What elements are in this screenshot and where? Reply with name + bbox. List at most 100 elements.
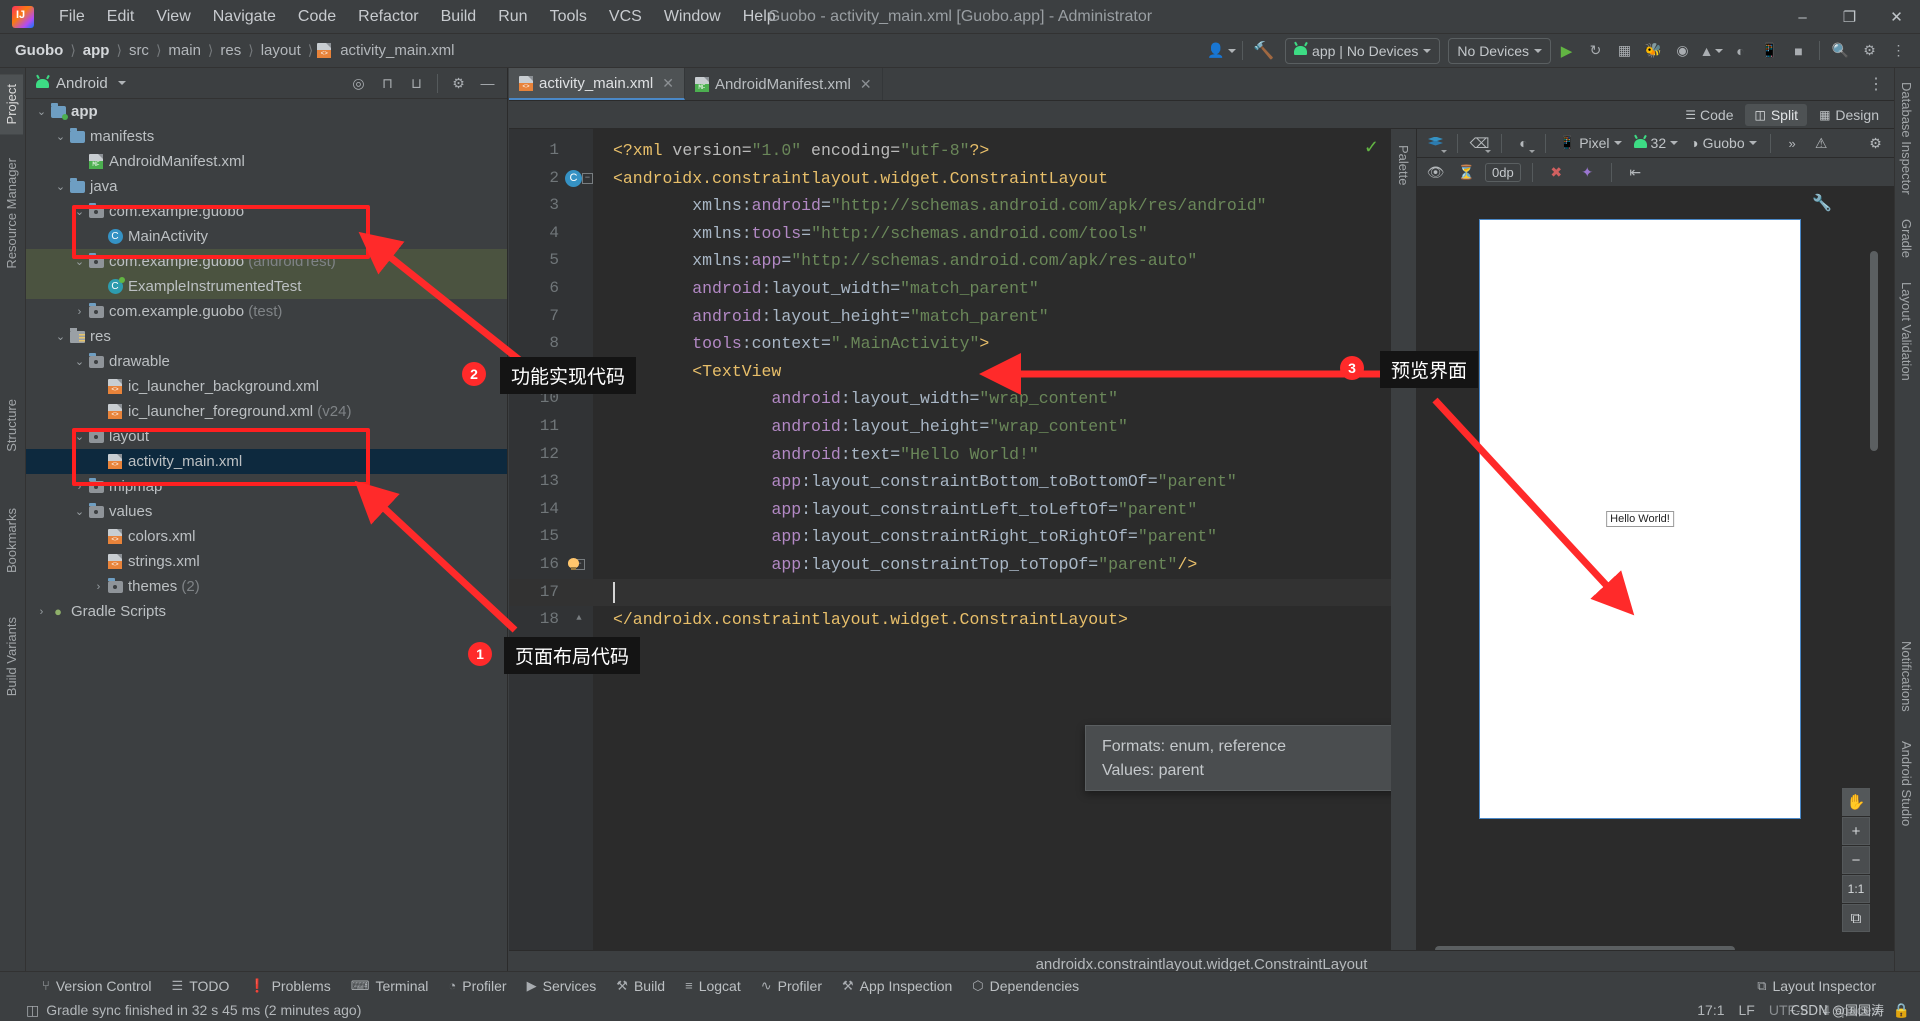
menu-bar[interactable]: File Edit View Navigate Code Refactor Bu… bbox=[48, 4, 787, 30]
bottom-tool-dependencies[interactable]: ⬡ Dependencies bbox=[962, 975, 1089, 997]
stripe-tab-android-studio[interactable]: Android Studio bbox=[1895, 731, 1918, 836]
zoom-out-button[interactable]: − bbox=[1842, 846, 1870, 874]
apply-changes-icon[interactable]: ▦ bbox=[1611, 38, 1638, 64]
default-margin-picker[interactable]: 0dp bbox=[1485, 162, 1521, 182]
code-line-18[interactable]: 18 ▲ </androidx.constraintlayout.widget.Co… bbox=[509, 606, 1391, 634]
tree-row-ic-launcher-background-xml[interactable]: ic_launcher_background.xml bbox=[26, 374, 507, 399]
profile-icon[interactable]: ▲ bbox=[1698, 38, 1725, 64]
device-selector[interactable]: No Devices bbox=[1448, 37, 1551, 64]
theme-picker[interactable]: ◑ Guobo bbox=[1686, 135, 1761, 151]
code-line-13[interactable]: 13 app:layout_constraintBottom_toBottomO… bbox=[509, 468, 1391, 496]
code-line-14[interactable]: 14 app:layout_constraintLeft_toLeftOf="p… bbox=[509, 496, 1391, 524]
bottom-tool-layout-inspector[interactable]: ⧉ Layout Inspector bbox=[1747, 975, 1886, 997]
editor-options-icon[interactable]: ⋮ bbox=[1858, 68, 1894, 100]
design-canvas[interactable]: 🔧 Hello World! ✋ + − 1:1 ⧉ bbox=[1417, 187, 1880, 958]
code-lines[interactable]: 1 <?xml version="1.0" encoding="utf-8"?> 2… bbox=[509, 129, 1391, 978]
tree-row-app[interactable]: ⌄ app bbox=[26, 99, 507, 124]
fold-toggle-icon[interactable]: − bbox=[582, 172, 593, 184]
breadcrumb-guobo[interactable]: Guobo bbox=[10, 40, 68, 61]
tree-twisty[interactable]: ⌄ bbox=[72, 430, 87, 443]
code-line-10[interactable]: 10 android:layout_width="wrap_content" bbox=[509, 385, 1391, 413]
window-controls[interactable]: – ❐ ✕ bbox=[1779, 0, 1920, 34]
gear-icon[interactable]: ⚙ bbox=[445, 70, 472, 96]
debug-icon[interactable]: 🐝 bbox=[1640, 38, 1667, 64]
close-button[interactable]: ✕ bbox=[1873, 0, 1920, 34]
tree-row-gradle-scripts[interactable]: › ● Gradle Scripts bbox=[26, 599, 507, 624]
tree-twisty[interactable]: › bbox=[72, 306, 87, 318]
menu-run[interactable]: Run bbox=[487, 4, 538, 30]
tab-activity-main-xml[interactable]: activity_main.xml ✕ bbox=[509, 68, 685, 100]
stripe-tab-build-variants[interactable]: Build Variants bbox=[0, 607, 23, 706]
preview-textview[interactable]: Hello World! bbox=[1606, 511, 1674, 527]
lock-icon[interactable]: 🔒 bbox=[1893, 1002, 1910, 1019]
attach-debugger-icon[interactable]: ◐ bbox=[1727, 38, 1754, 64]
code-line-16[interactable]: 16− app:layout_constraintTop_toTopOf="pa… bbox=[509, 551, 1391, 579]
tree-row-themes[interactable]: › themes (2) bbox=[26, 574, 507, 599]
bottom-tool-app-inspection[interactable]: ⚒ App Inspection bbox=[832, 975, 962, 997]
caret-position[interactable]: 17:1 bbox=[1697, 1002, 1724, 1018]
minimize-button[interactable]: – bbox=[1779, 0, 1826, 34]
stripe-tab-resource-manager[interactable]: Resource Manager bbox=[0, 148, 23, 279]
expand-all-icon[interactable]: ⊓ bbox=[374, 70, 401, 96]
zoom-controls[interactable]: ✋ + − 1:1 ⧉ bbox=[1842, 788, 1870, 932]
menu-file[interactable]: File bbox=[48, 4, 96, 30]
tab-code[interactable]: ☰ Code bbox=[1676, 104, 1742, 126]
night-mode-icon[interactable]: ◐ bbox=[1511, 132, 1536, 155]
maximize-button[interactable]: ❐ bbox=[1826, 0, 1873, 34]
layers-icon[interactable] bbox=[1423, 132, 1448, 155]
stripe-tab-bookmarks[interactable]: Bookmarks bbox=[0, 498, 23, 583]
tree-twisty[interactable]: ⌄ bbox=[72, 355, 87, 368]
line-separator[interactable]: LF bbox=[1739, 1002, 1755, 1018]
code-line-7[interactable]: 7 android:layout_height="match_parent" bbox=[509, 303, 1391, 331]
menu-edit[interactable]: Edit bbox=[96, 4, 146, 30]
menu-navigate[interactable]: Navigate bbox=[202, 4, 287, 30]
tree-row-java[interactable]: ⌄ java bbox=[26, 174, 507, 199]
bottom-tool-profiler[interactable]: ◔ Profiler bbox=[438, 975, 516, 997]
coverage-icon[interactable]: ◉ bbox=[1669, 38, 1696, 64]
breadcrumb-app[interactable]: app bbox=[78, 40, 115, 61]
palette-tab[interactable]: Palette bbox=[1392, 129, 1415, 195]
bottom-tool-todo[interactable]: ☰ TODO bbox=[162, 975, 240, 997]
live-render-icon[interactable]: ⏳ bbox=[1454, 161, 1479, 184]
hand-pan-icon[interactable]: ✋ bbox=[1842, 788, 1870, 816]
run-configuration-selector[interactable]: app | No Devices bbox=[1285, 37, 1441, 64]
orientation-icon[interactable]: ⌫ bbox=[1467, 132, 1492, 155]
stripe-tab-layout-validation[interactable]: Layout Validation bbox=[1895, 272, 1918, 391]
stripe-tab-structure[interactable]: Structure bbox=[0, 389, 23, 462]
device-preview-surface[interactable]: Hello World! bbox=[1479, 219, 1801, 819]
more-options-icon[interactable]: ⋮ bbox=[1885, 38, 1912, 64]
class-gutter-icon[interactable]: C bbox=[565, 169, 582, 187]
code-line-11[interactable]: 11 android:layout_height="wrap_content" bbox=[509, 413, 1391, 441]
build-hammer-icon[interactable]: 🔨 bbox=[1250, 38, 1277, 64]
tree-row-manifests[interactable]: ⌄ manifests bbox=[26, 124, 507, 149]
tab-design[interactable]: ▦ Design bbox=[1810, 104, 1888, 126]
sdk-manager-icon[interactable]: ■ bbox=[1785, 38, 1812, 64]
menu-vcs[interactable]: VCS bbox=[598, 4, 653, 30]
tree-twisty[interactable]: › bbox=[91, 581, 106, 593]
tree-row-com-example-guobo[interactable]: › com.example.guobo (test) bbox=[26, 299, 507, 324]
code-line-1[interactable]: 1 <?xml version="1.0" encoding="utf-8"?> bbox=[509, 137, 1391, 165]
tree-twisty[interactable]: ⌄ bbox=[53, 330, 68, 343]
close-icon[interactable]: ✕ bbox=[860, 76, 872, 93]
menu-help[interactable]: Help bbox=[732, 4, 787, 30]
breadcrumb-layout[interactable]: layout bbox=[256, 40, 306, 61]
code-line-9[interactable]: 9 <TextView bbox=[509, 358, 1391, 386]
stripe-tab-database-inspector[interactable]: Database Inspector bbox=[1895, 72, 1918, 205]
show-constraints-icon[interactable]: 👁 bbox=[1423, 161, 1448, 184]
tree-row-res[interactable]: ⌄ res bbox=[26, 324, 507, 349]
chevron-down-icon[interactable] bbox=[117, 81, 126, 85]
bottom-tool-problems[interactable]: ❗ Problems bbox=[239, 975, 340, 997]
code-line-15[interactable]: 15 app:layout_constraintRight_toRightOf=… bbox=[509, 523, 1391, 551]
user-avatar-icon[interactable]: 👤 bbox=[1207, 38, 1236, 64]
tree-twisty[interactable]: ⌄ bbox=[34, 105, 49, 118]
search-icon[interactable]: 🔍 bbox=[1827, 38, 1854, 64]
breadcrumb-main[interactable]: main bbox=[163, 40, 206, 61]
bottom-tool-build[interactable]: ⚒ Build bbox=[606, 975, 675, 997]
infer-constraints-icon[interactable]: ✦ bbox=[1575, 161, 1600, 184]
code-line-4[interactable]: 4 xmlns:tools="http://schemas.android.co… bbox=[509, 220, 1391, 248]
preview-vertical-scrollbar[interactable] bbox=[1870, 251, 1878, 451]
tree-row-mipmap[interactable]: › mipmap bbox=[26, 474, 507, 499]
tree-twisty[interactable]: ⌄ bbox=[72, 205, 87, 218]
tree-twisty[interactable]: ⌄ bbox=[53, 180, 68, 193]
code-line-6[interactable]: 6 android:layout_width="match_parent" bbox=[509, 275, 1391, 303]
